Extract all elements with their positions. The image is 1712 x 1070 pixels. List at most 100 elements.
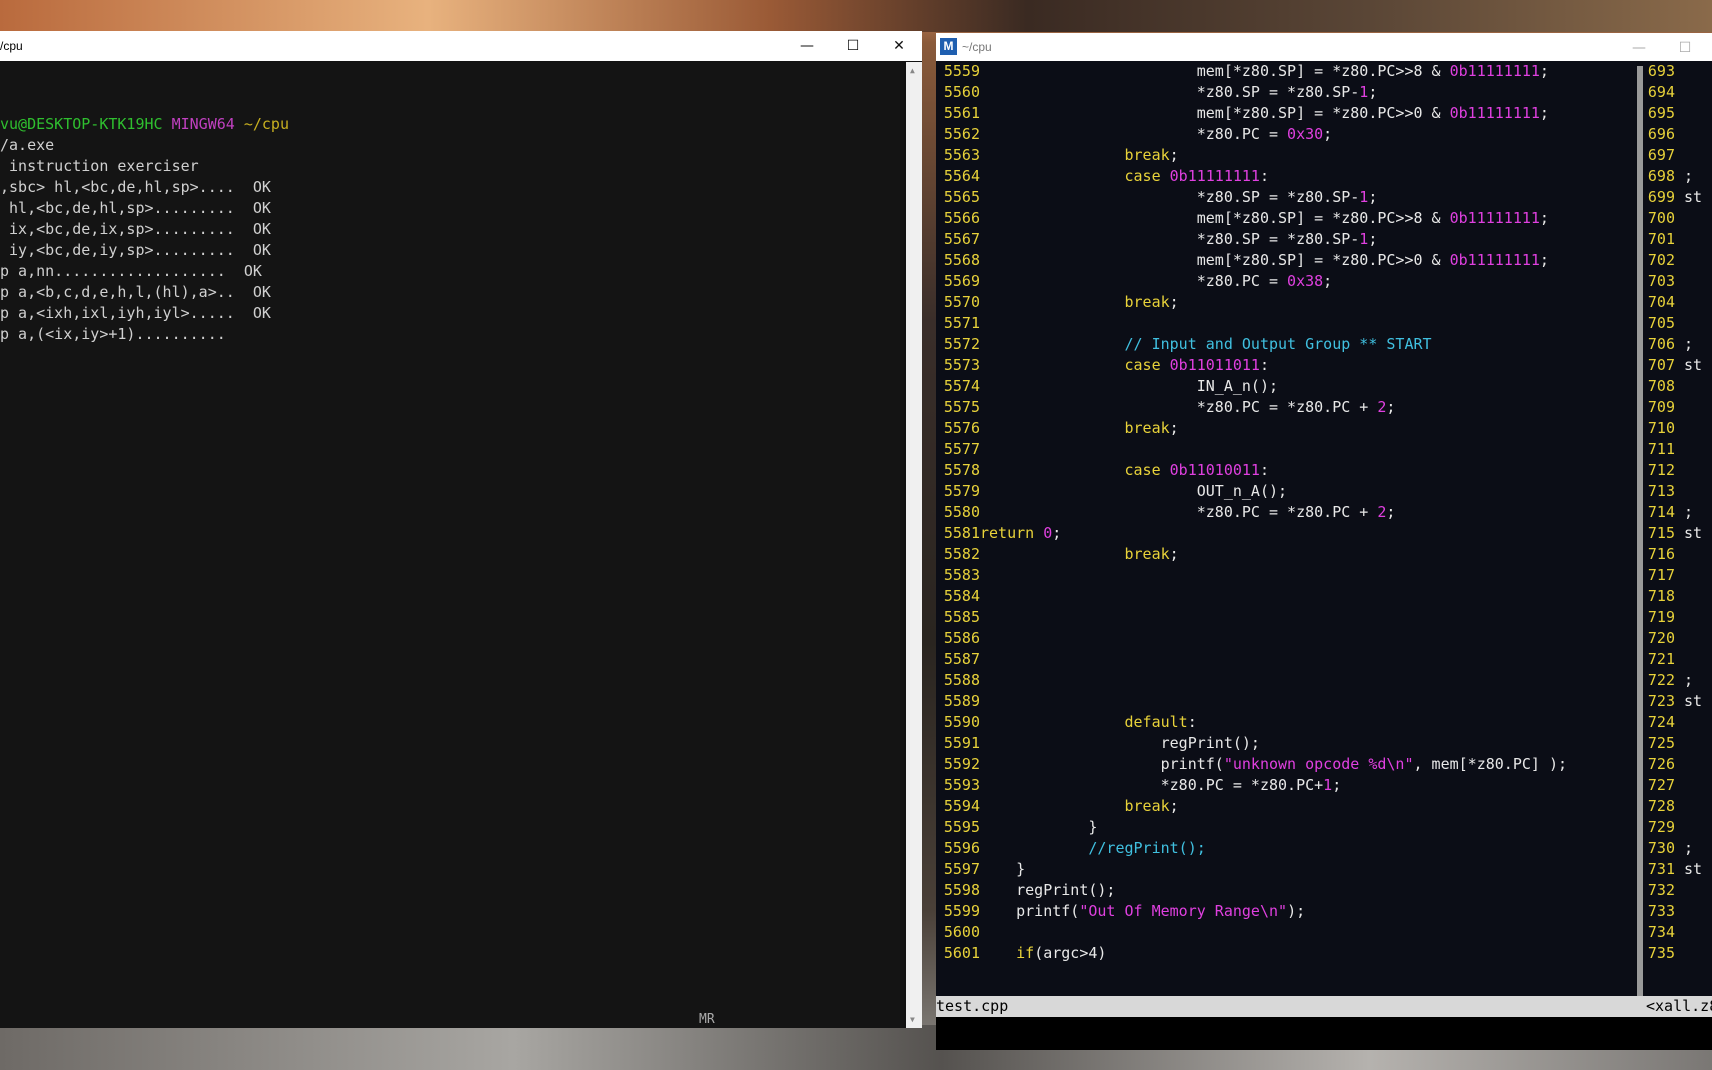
line-number: 5588 <box>943 671 980 689</box>
code-line[interactable]: 5562 *z80.PC = 0x30; <box>936 124 1332 145</box>
code-line[interactable]: 5598 regPrint(); <box>936 880 1116 901</box>
code-line[interactable]: 5577 <box>936 439 980 460</box>
command-line[interactable] <box>936 1017 1712 1050</box>
editor-window[interactable]: M ~/cpu — ☐ 5559 mem[*z80.SP] = *z80.PC>… <box>936 33 1712 1050</box>
scroll-up-icon[interactable]: ▲ <box>910 66 915 75</box>
right-code-pane[interactable]: 693 694 695 696 697 698 ; 699 st 700 701 702 703 70… <box>1643 61 1712 996</box>
code-line[interactable]: 5601 if(argc>4) <box>936 943 1107 964</box>
code-line[interactable]: 5592 printf("unknown opcode %d\n", mem[*… <box>936 754 1567 775</box>
code-line[interactable]: 5588 <box>936 670 980 691</box>
code-line[interactable]: 5576 break; <box>936 418 1179 439</box>
code-token: *z80.PC = *z80.PC+ <box>980 776 1324 794</box>
right-pane-line: 706 ; <box>1643 334 1693 355</box>
code-line[interactable]: 5559 mem[*z80.SP] = *z80.PC>>8 & 0b11111… <box>936 61 1549 82</box>
terminal-scrollbar[interactable]: ▲ ▼ <box>906 62 922 1028</box>
code-line[interactable]: 5599 printf("Out Of Memory Range\n"); <box>936 901 1305 922</box>
code-line[interactable]: 5569 *z80.PC = 0x38; <box>936 271 1332 292</box>
maximize-button[interactable]: ☐ <box>830 31 876 61</box>
code-line[interactable]: 5600 <box>936 922 980 943</box>
code-line[interactable]: 5571 <box>936 313 980 334</box>
code-line[interactable]: 5587 <box>936 649 980 670</box>
code-line[interactable]: 5578 case 0b11010011: <box>936 460 1269 481</box>
line-number: 714 <box>1647 503 1675 521</box>
code-token: 1 <box>1323 776 1333 794</box>
code-line[interactable]: 5589 <box>936 691 980 712</box>
code-text: regPrint(); <box>980 880 1115 901</box>
right-pane-line: 721 <box>1643 649 1675 670</box>
code-token: 0x30 <box>1287 125 1324 143</box>
editor-titlebar[interactable]: M ~/cpu — ☐ <box>936 33 1712 61</box>
statusbar-filename-right: <xall.z8 <box>1646 997 1712 1015</box>
code-text: printf("unknown opcode %d\n", mem[*z80.P… <box>980 754 1567 775</box>
code-line[interactable]: 5572 // Input and Output Group ** START <box>936 334 1432 355</box>
code-line[interactable]: 5560 *z80.SP = *z80.SP-1; <box>936 82 1377 103</box>
line-number: 727 <box>1647 776 1675 794</box>
code-token: 1 <box>1359 83 1369 101</box>
code-token: 0 <box>1043 524 1053 542</box>
editor-minimize-button[interactable]: — <box>1616 33 1662 63</box>
code-line[interactable]: 5567 *z80.SP = *z80.SP-1; <box>936 229 1377 250</box>
code-line[interactable]: 5575 *z80.PC = *z80.PC + 2; <box>936 397 1396 418</box>
code-line[interactable]: 5583 <box>936 565 980 586</box>
terminal-line: ,sbc> hl,<bc,de,hl,sp>.... OK <box>0 178 271 196</box>
line-number: 695 <box>1647 104 1675 122</box>
code-line[interactable]: 5564 case 0b11111111: <box>936 166 1269 187</box>
right-pane-line: 707 st <box>1643 355 1702 376</box>
line-number: 5586 <box>943 629 980 647</box>
right-pane-line: 732 <box>1643 880 1675 901</box>
line-number: 709 <box>1647 398 1675 416</box>
code-line[interactable]: 5563 break; <box>936 145 1179 166</box>
code-line[interactable]: 5581 return 0; <box>936 523 1061 544</box>
code-line[interactable]: 5566 mem[*z80.SP] = *z80.PC>>8 & 0b11111… <box>936 208 1549 229</box>
code-token: ; <box>1169 797 1179 815</box>
code-line[interactable]: 5590 default: <box>936 712 1197 733</box>
code-line[interactable]: 5595 } <box>936 817 1098 838</box>
code-line[interactable]: 5570 break; <box>936 292 1179 313</box>
code-token: ; <box>1386 398 1396 416</box>
right-pane-line: 717 <box>1643 565 1675 586</box>
editor-maximize-button[interactable]: ☐ <box>1662 33 1708 63</box>
code-line[interactable]: 5594 break; <box>936 796 1179 817</box>
close-button[interactable]: ✕ <box>876 31 922 61</box>
scroll-down-icon[interactable]: ▼ <box>910 1015 915 1024</box>
code-line[interactable]: 5579 OUT_n_A(); <box>936 481 1287 502</box>
code-token: 1 <box>1359 188 1369 206</box>
right-pane-line: 725 <box>1643 733 1675 754</box>
line-number: 732 <box>1647 881 1675 899</box>
line-number: 712 <box>1647 461 1675 479</box>
code-line[interactable]: 5591 regPrint(); <box>936 733 1260 754</box>
line-number: 5590 <box>943 713 980 731</box>
code-line[interactable]: 5585 <box>936 607 980 628</box>
prompt-user: vu@DESKTOP-KTK19HC <box>0 115 163 133</box>
code-line[interactable]: 5596 //regPrint(); <box>936 838 1206 859</box>
code-line[interactable]: 5573 case 0b11011011: <box>936 355 1269 376</box>
line-number: 5565 <box>943 188 980 206</box>
code-line[interactable]: 5561 mem[*z80.SP] = *z80.PC>>0 & 0b11111… <box>936 103 1549 124</box>
code-line[interactable]: 5565 *z80.SP = *z80.SP-1; <box>936 187 1377 208</box>
minimize-button[interactable]: — <box>784 31 830 61</box>
code-line[interactable]: 5574 IN_A_n(); <box>936 376 1278 397</box>
code-text: if(argc>4) <box>980 943 1106 964</box>
code-token: ; <box>1169 419 1179 437</box>
line-number: 5560 <box>943 83 980 101</box>
code-text: break; <box>980 796 1179 817</box>
code-line[interactable]: 5580 *z80.PC = *z80.PC + 2; <box>936 502 1396 523</box>
terminal-output[interactable]: vu@DESKTOP-KTK19HC MINGW64 ~/cpu /a.exe … <box>0 62 904 1028</box>
code-line[interactable]: 5584 <box>936 586 980 607</box>
code-line[interactable]: 5582 break; <box>936 544 1179 565</box>
code-line[interactable]: 5568 mem[*z80.SP] = *z80.PC>>0 & 0b11111… <box>936 250 1549 271</box>
terminal-window[interactable]: /cpu — ☐ ✕ vu@DESKTOP-KTK19HC MINGW64 ~/… <box>0 31 922 1028</box>
code-token: *z80.SP = *z80.SP- <box>980 83 1360 101</box>
code-text: *z80.SP = *z80.SP-1; <box>980 229 1378 250</box>
code-line[interactable]: 5597 } <box>936 859 1025 880</box>
line-number: 5567 <box>943 230 980 248</box>
line-number: 726 <box>1647 755 1675 773</box>
terminal-titlebar[interactable]: /cpu — ☐ ✕ <box>0 31 922 61</box>
line-number: 717 <box>1647 566 1675 584</box>
code-token: *z80.SP = *z80.SP- <box>980 188 1360 206</box>
right-pane-text: st <box>1675 524 1703 542</box>
code-pane[interactable]: 5559 mem[*z80.SP] = *z80.PC>>8 & 0b11111… <box>936 61 1636 996</box>
right-pane-line: 731 st <box>1643 859 1702 880</box>
code-line[interactable]: 5593 *z80.PC = *z80.PC+1; <box>936 775 1341 796</box>
code-line[interactable]: 5586 <box>936 628 980 649</box>
